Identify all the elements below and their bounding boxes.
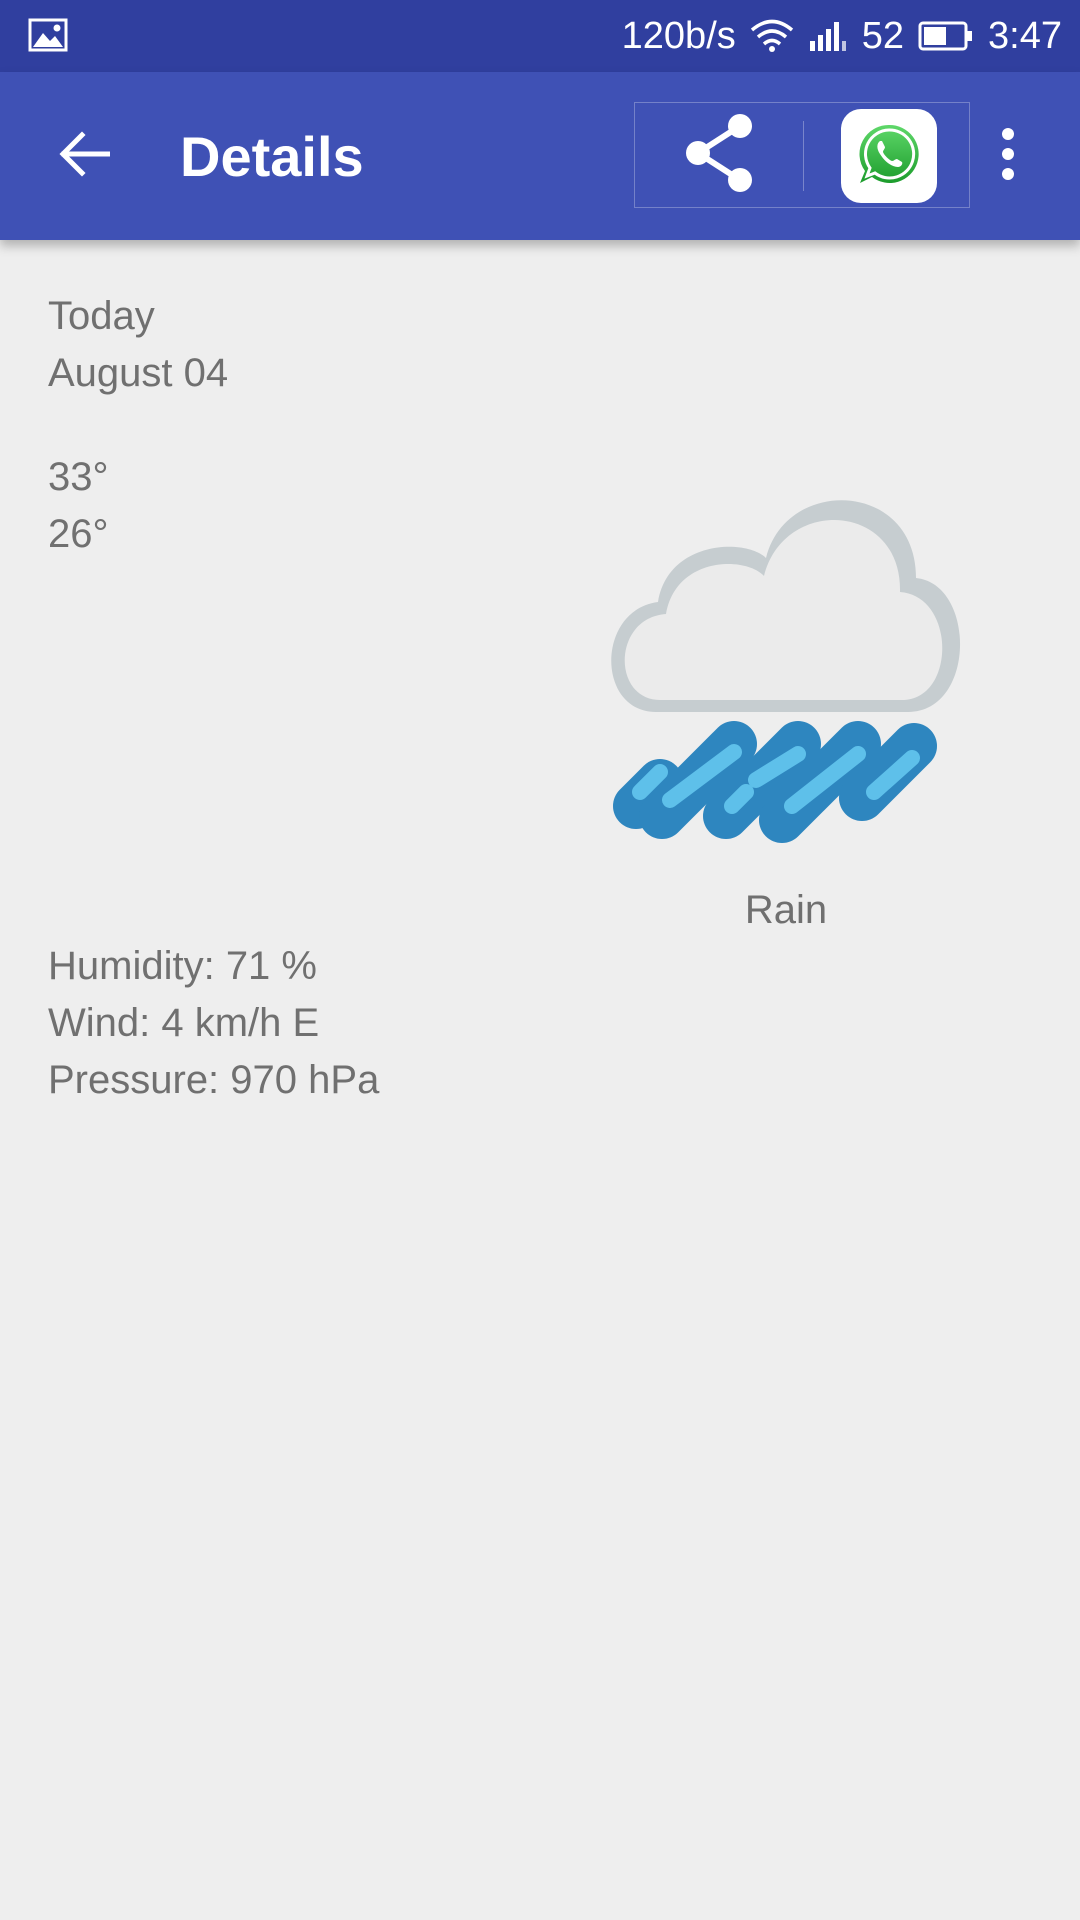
divider	[803, 121, 804, 191]
forecast-date: August 04	[48, 351, 229, 395]
share-icon	[680, 112, 758, 199]
wind: Wind: 4 km/h E	[48, 1001, 320, 1045]
pressure: Pressure: 970 hPa	[48, 1058, 380, 1102]
more-vert-icon	[1000, 127, 1016, 185]
back-arrow-icon	[58, 130, 111, 182]
rain-cloud-icon	[596, 480, 976, 865]
share-button[interactable]	[635, 103, 803, 207]
high-temperature: 33°	[48, 455, 109, 499]
overflow-menu-button[interactable]	[980, 116, 1036, 196]
back-button[interactable]	[40, 116, 128, 196]
battery-level: 52	[861, 14, 905, 57]
forecast-day: Today	[48, 294, 155, 338]
battery-icon	[918, 20, 974, 52]
page-title: Details	[180, 125, 364, 188]
app-bar: Details	[0, 72, 1080, 240]
status-bar: 120b/s 52 3:47	[0, 0, 1080, 72]
wifi-icon	[750, 19, 794, 53]
whatsapp-share-button[interactable]	[841, 109, 937, 203]
whatsapp-icon	[856, 121, 922, 192]
signal-icon	[808, 19, 848, 53]
network-speed: 120b/s	[621, 14, 736, 57]
clock: 3:47	[988, 14, 1062, 57]
share-action-group	[634, 102, 970, 208]
humidity: Humidity: 71 %	[48, 944, 317, 988]
low-temperature: 26°	[48, 512, 109, 556]
weather-condition: Rain	[744, 888, 828, 932]
gallery-icon	[28, 18, 68, 57]
